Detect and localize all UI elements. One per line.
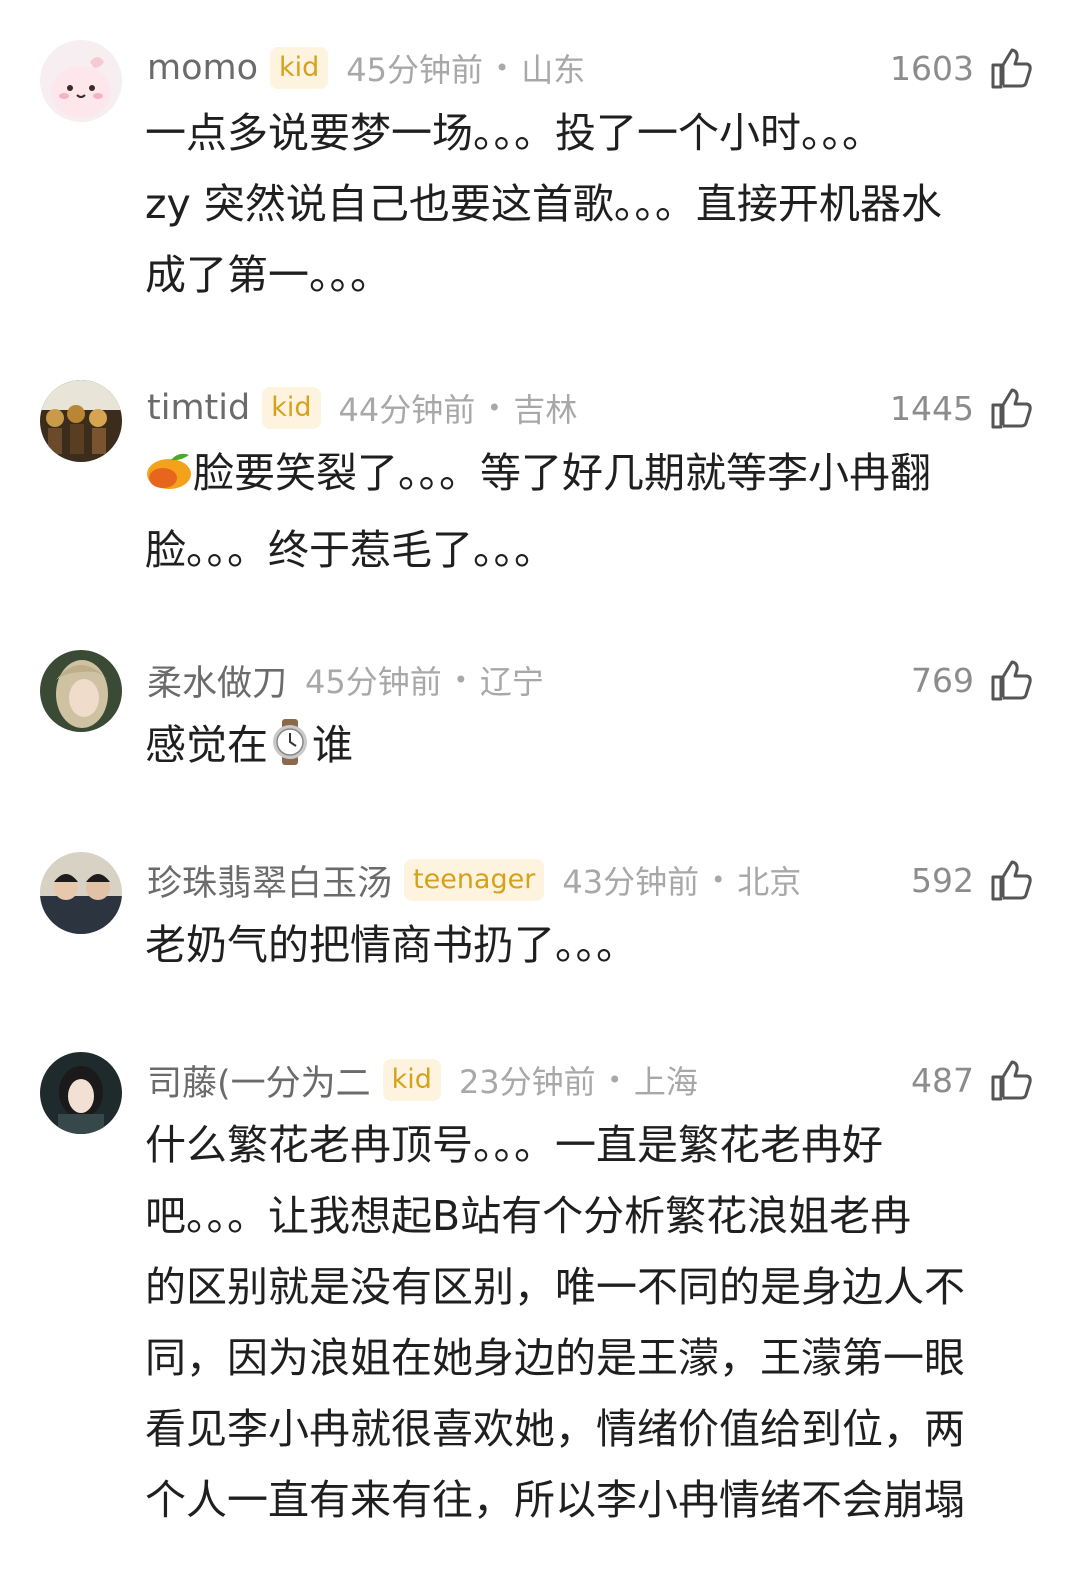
- comment-line-text: 脸要笑裂了。。。等了好几期就等李小冉翻: [193, 449, 931, 497]
- comment-header: timtid kid 44分钟前 • 吉林: [147, 376, 577, 440]
- username[interactable]: timtid: [147, 388, 250, 428]
- separator-dot: •: [495, 54, 510, 82]
- separator-dot: •: [607, 1066, 622, 1094]
- comment-line: zy 突然说自己也要这首歌。。。直接开机器水: [145, 180, 942, 228]
- mango-emoji: [145, 444, 193, 515]
- like-count: 592: [911, 860, 974, 900]
- time-label: 23分钟前: [458, 1063, 596, 1101]
- thumbs-up-icon: [988, 857, 1034, 903]
- comment-header: momo kid 45分钟前 • 山东: [147, 36, 585, 100]
- location-label: 北京: [737, 863, 802, 901]
- like-count: 769: [911, 660, 974, 700]
- like-count: 1603: [890, 48, 974, 88]
- location-label: 辽宁: [479, 663, 544, 701]
- like-count: 487: [911, 1060, 974, 1100]
- like-button[interactable]: 1603: [890, 36, 1034, 100]
- comment-item: 司藤(一分为二 kid 23分钟前 • 上海 487 什么繁花老冉顶号。。。一直…: [0, 1012, 1080, 1573]
- like-count: 1445: [890, 388, 974, 428]
- level-badge: kid: [262, 387, 321, 429]
- comment-line-text: 感觉在: [145, 721, 268, 769]
- comment-text: 什么繁花老冉顶号。。。一直是繁花老冉好 吧。。。让我想起B站有个分析繁花浪姐老冉…: [145, 1110, 1025, 1536]
- thumbs-up-icon: [988, 385, 1034, 431]
- comment-text: 脸要笑裂了。。。等了好几期就等李小冉翻 脸。。。终于惹毛了。。。: [145, 438, 1025, 586]
- time-label: 43分钟前: [562, 863, 700, 901]
- location-label: 山东: [521, 51, 586, 89]
- comment-line: 感觉在 谁: [145, 710, 1025, 787]
- avatar[interactable]: [40, 1052, 122, 1134]
- comment-line: 的区别就是没有区别，唯一不同的是身边人不: [145, 1263, 965, 1311]
- thumbs-up-icon: [988, 45, 1034, 91]
- location-label: 吉林: [513, 391, 578, 429]
- comment-text: 感觉在 谁: [145, 710, 1025, 787]
- separator-dot: •: [487, 394, 502, 422]
- like-button[interactable]: 769: [911, 648, 1034, 712]
- comment-line: 同，因为浪姐在她身边的是王濛，王濛第一眼: [145, 1334, 965, 1382]
- avatar-image: [40, 852, 122, 934]
- comment-line: 看见李小冉就很喜欢她，情绪价值给到位，两: [145, 1405, 965, 1453]
- watch-emoji: [268, 716, 312, 787]
- comment-item: momo kid 45分钟前 • 山东 1603 一点多说要梦一场。。。投了一个…: [0, 0, 1080, 330]
- thumbs-up-icon: [988, 657, 1034, 703]
- separator-dot: •: [453, 666, 468, 694]
- username[interactable]: 柔水做刀: [147, 655, 287, 706]
- time-label: 44分钟前: [338, 391, 476, 429]
- comment-line: 脸要笑裂了。。。等了好几期就等李小冉翻: [145, 438, 1025, 515]
- comment-header: 珍珠翡翠白玉汤 teenager 43分钟前 • 北京: [147, 848, 801, 912]
- like-button[interactable]: 1445: [890, 376, 1034, 440]
- comment-line: 成了第一。。。: [145, 251, 391, 299]
- thumbs-up-icon: [988, 1057, 1034, 1103]
- username[interactable]: momo: [147, 48, 258, 88]
- level-badge: kid: [270, 47, 329, 89]
- username[interactable]: 司藤(一分为二: [147, 1055, 371, 1106]
- location-label: 上海: [633, 1063, 698, 1101]
- comment-text: 老奶气的把情商书扔了。。。: [145, 910, 1025, 981]
- like-button[interactable]: 487: [911, 1048, 1034, 1112]
- comment-item: 柔水做刀 45分钟前 • 辽宁 769 感觉在 谁: [0, 610, 1080, 810]
- avatar-image: [40, 650, 122, 732]
- level-badge: teenager: [404, 859, 545, 901]
- avatar[interactable]: [40, 40, 122, 122]
- avatar[interactable]: [40, 380, 122, 462]
- comment-line: 什么繁花老冉顶号。。。一直是繁花老冉好: [145, 1121, 883, 1169]
- time-label: 45分钟前: [346, 51, 484, 89]
- level-badge: kid: [382, 1059, 441, 1101]
- username[interactable]: 珍珠翡翠白玉汤: [147, 855, 392, 906]
- comment-header: 柔水做刀 45分钟前 • 辽宁: [147, 648, 544, 712]
- separator-dot: •: [711, 866, 726, 894]
- avatar-image: [40, 380, 122, 462]
- comment-line: 一点多说要梦一场。。。投了一个小时。。。: [145, 109, 883, 157]
- comment-line: 老奶气的把情商书扔了。。。: [145, 921, 637, 969]
- comment-header: 司藤(一分为二 kid 23分钟前 • 上海: [147, 1048, 698, 1112]
- avatar[interactable]: [40, 852, 122, 934]
- avatar[interactable]: [40, 650, 122, 732]
- comment-line-text: 谁: [312, 721, 353, 769]
- comment-line: 个人一直有来有往，所以李小冉情绪不会崩塌: [145, 1476, 965, 1524]
- comment-line: 脸。。。终于惹毛了。。。: [145, 526, 555, 574]
- comment-text: 一点多说要梦一场。。。投了一个小时。。。 zy 突然说自己也要这首歌。。。直接开…: [145, 98, 1025, 311]
- comment-item: timtid kid 44分钟前 • 吉林 1445 脸要笑裂了。。。等了好几期…: [0, 340, 1080, 600]
- avatar-image: [40, 40, 122, 122]
- comment-line: 吧。。。让我想起B站有个分析繁花浪姐老冉: [145, 1192, 912, 1240]
- time-label: 45分钟前: [305, 663, 442, 701]
- like-button[interactable]: 592: [911, 848, 1034, 912]
- comment-item: 珍珠翡翠白玉汤 teenager 43分钟前 • 北京 592 老奶气的把情商书…: [0, 812, 1080, 1012]
- avatar-image: [40, 1052, 122, 1134]
